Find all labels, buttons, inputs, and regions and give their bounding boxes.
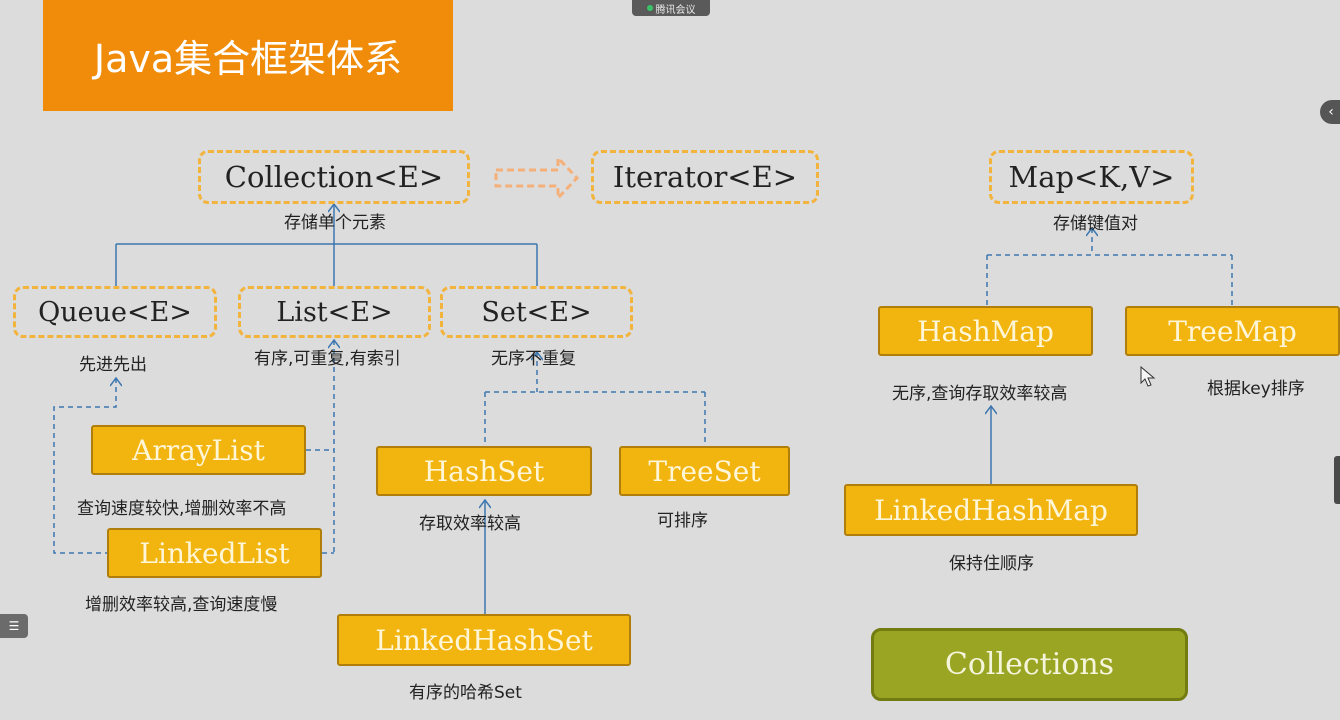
treeset-caption: 可排序	[657, 511, 708, 531]
edge-handle[interactable]	[1334, 456, 1340, 504]
hashset-class: HashSet	[376, 446, 592, 496]
linkedlist-caption: 增删效率较高,查询速度慢	[85, 595, 278, 615]
collections-utility-class: Collections	[871, 628, 1188, 701]
treeset-class: TreeSet	[619, 446, 790, 496]
set-interface: Set<E>	[440, 286, 633, 338]
iterator-interface: Iterator<E>	[591, 150, 819, 204]
treemap-caption: 根据key排序	[1207, 379, 1305, 399]
list-caption: 有序,可重复,有索引	[254, 349, 401, 369]
hashset-caption: 存取效率较高	[419, 514, 521, 534]
map-caption: 存储键值对	[1053, 214, 1138, 234]
linkedlist-class: LinkedList	[107, 528, 322, 578]
map-interface: Map<K,V>	[989, 150, 1194, 204]
linkedhashmap-caption: 保持住顺序	[949, 554, 1034, 574]
hashmap-class: HashMap	[878, 306, 1093, 356]
linkedhashmap-class: LinkedHashMap	[844, 484, 1138, 536]
mouse-pointer-icon	[1140, 366, 1156, 387]
list-impl-lines	[306, 340, 334, 554]
collection-interface: Collection<E>	[198, 150, 470, 204]
set-caption: 无序不重复	[491, 349, 576, 369]
collection-caption: 存储单个元素	[284, 213, 386, 233]
linkedhashset-class: LinkedHashSet	[337, 614, 631, 666]
hashmap-caption: 无序,查询存取效率较高	[892, 384, 1068, 404]
map-impl-lines	[986, 228, 1233, 306]
arraylist-caption: 查询速度较快,增删效率不高	[77, 499, 287, 519]
list-icon[interactable]: ☰	[0, 614, 28, 638]
queue-interface: Queue<E>	[13, 286, 217, 338]
arraylist-class: ArrayList	[91, 425, 306, 475]
queue-caption: 先进先出	[79, 355, 147, 375]
chevron-left-icon[interactable]: ‹	[1320, 100, 1340, 124]
list-interface: List<E>	[238, 286, 431, 338]
linkedhashset-caption: 有序的哈希Set	[409, 683, 522, 703]
treemap-class: TreeMap	[1125, 306, 1340, 356]
dashed-hollow-arrow-icon	[494, 154, 580, 202]
